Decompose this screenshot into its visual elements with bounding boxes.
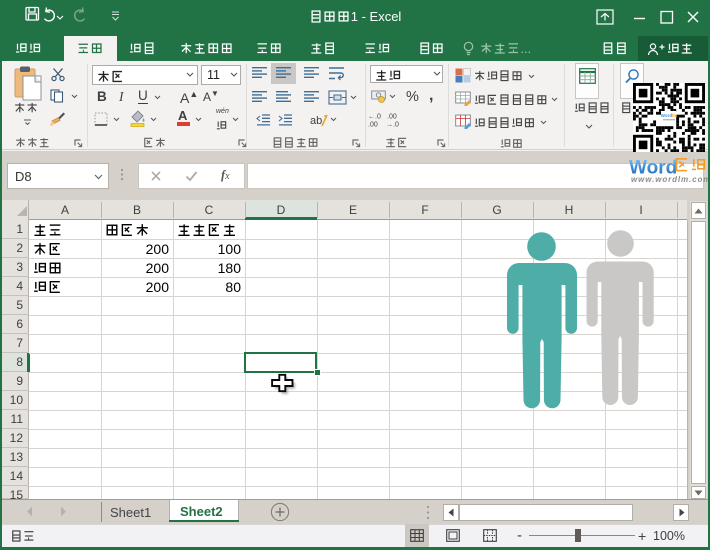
svg-text:←.0: ←.0 [368, 114, 381, 121]
svg-text:ab: ab [310, 115, 322, 127]
svg-text:.00: .00 [368, 122, 378, 128]
svg-text:.00: .00 [387, 114, 397, 121]
svg-text:Wordlm: Wordlm [661, 113, 678, 118]
svg-text:→.0: →.0 [386, 122, 399, 128]
